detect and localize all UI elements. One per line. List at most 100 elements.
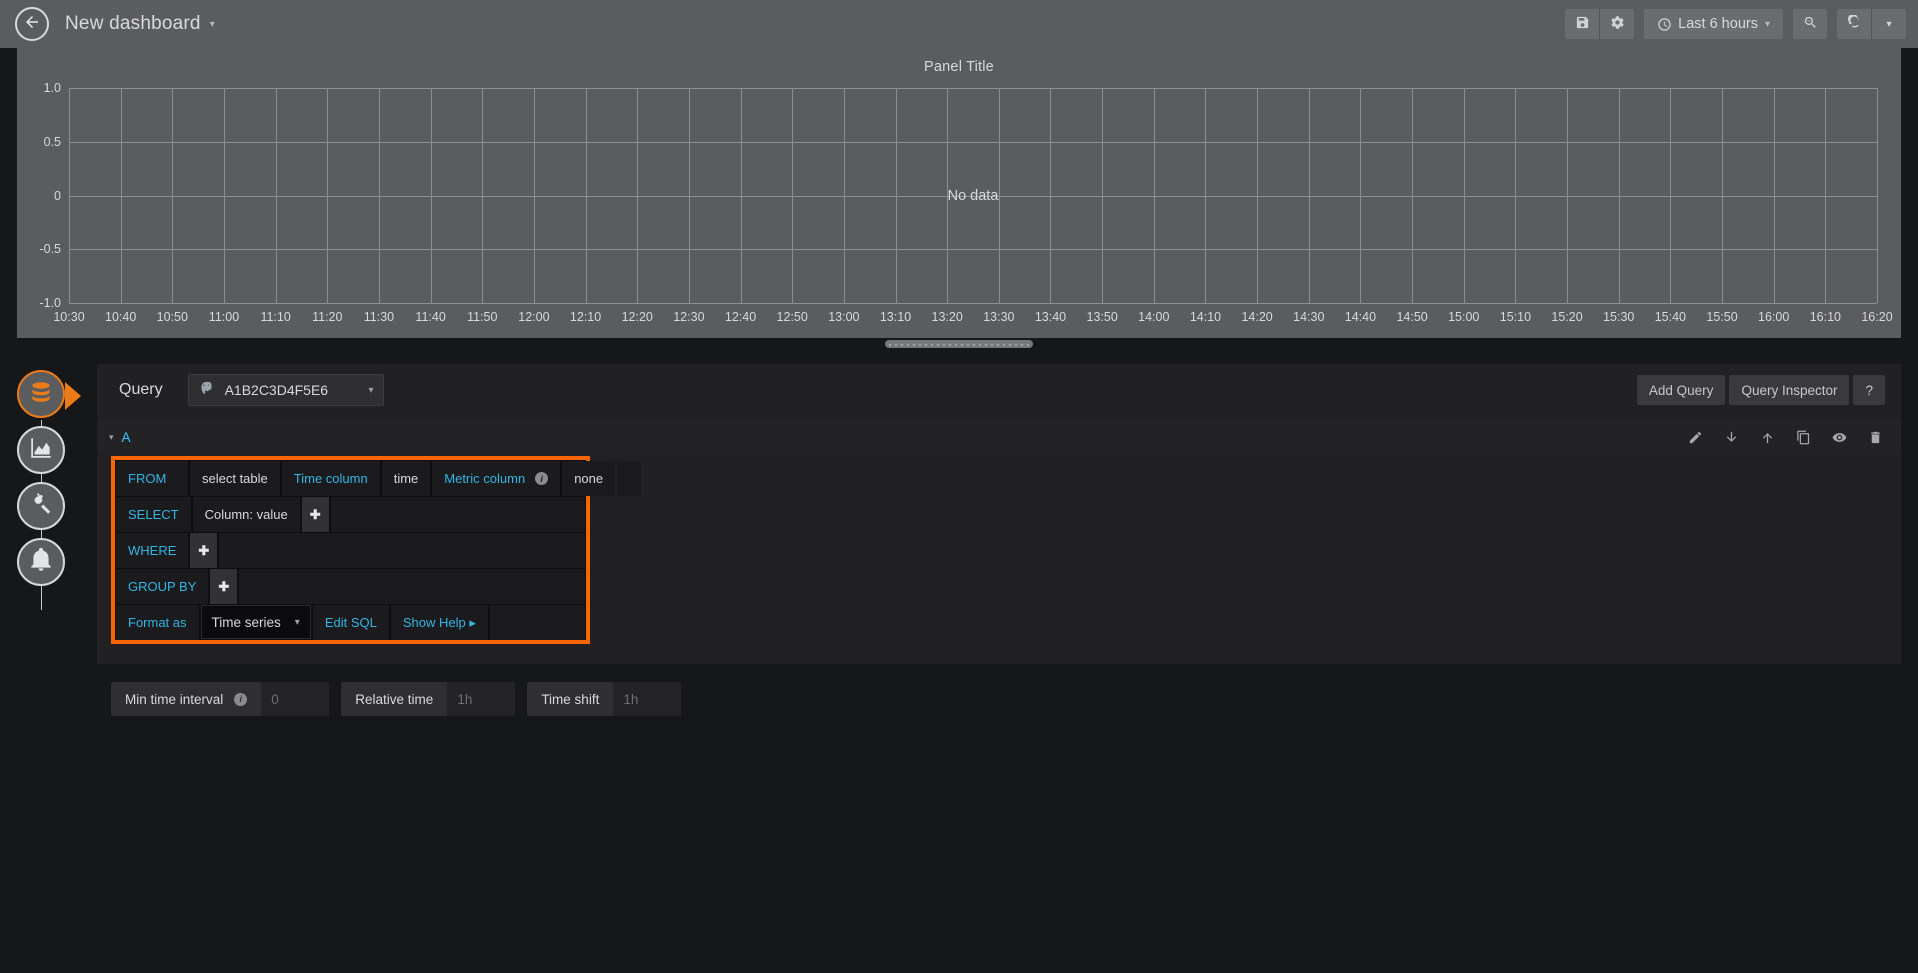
bell-icon	[28, 547, 54, 578]
gridline-vertical	[637, 88, 638, 303]
chevron-down-icon[interactable]: ▾	[109, 432, 114, 443]
plot-area[interactable]: 1.00.50-0.5-1.0 10:3010:4010:5011:0011:1…	[69, 88, 1877, 303]
x-axis-tick-label: 14:10	[1190, 310, 1221, 324]
chevron-down-icon: ▾	[1765, 19, 1770, 30]
info-icon[interactable]: i	[234, 693, 247, 706]
x-axis-tick-label: 12:50	[777, 310, 808, 324]
x-axis-tick-label: 11:30	[364, 310, 394, 324]
time-range-label: Last 6 hours	[1678, 16, 1758, 32]
top-navbar: New dashboard ▾ Last 6 hours ▾	[0, 0, 1918, 48]
x-axis-tick-label: 14:20	[1241, 310, 1272, 324]
gridline-vertical	[1722, 88, 1723, 303]
gridline-vertical	[327, 88, 328, 303]
save-disk-icon	[1575, 15, 1590, 33]
back-button[interactable]	[15, 7, 49, 41]
x-axis-tick-label: 11:00	[209, 310, 239, 324]
y-axis-tick-label: -1.0	[39, 296, 61, 310]
datasource-picker[interactable]: A1B2C3D4F5E6 ▾	[188, 374, 384, 406]
time-range-picker[interactable]: Last 6 hours ▾	[1644, 9, 1783, 39]
dashboard-settings-button[interactable]	[1600, 9, 1634, 39]
y-axis-tick-label: 0.5	[44, 135, 61, 149]
info-icon[interactable]: i	[535, 472, 548, 485]
edit-sql-button[interactable]: Edit SQL	[313, 605, 389, 640]
no-data-message: No data	[948, 188, 999, 204]
from-table-select[interactable]: select table	[190, 461, 280, 496]
x-axis-tick-label: 11:20	[312, 310, 342, 324]
x-axis-tick-label: 10:30	[53, 310, 84, 324]
save-dashboard-button[interactable]	[1565, 9, 1599, 39]
from-row-filler	[617, 461, 641, 496]
refresh-button[interactable]	[1837, 9, 1871, 39]
gridline-vertical	[999, 88, 1000, 303]
x-axis-tick-label: 15:20	[1551, 310, 1582, 324]
x-axis-tick-label: 10:50	[157, 310, 188, 324]
time-shift-group: Time shift	[527, 682, 681, 716]
gridline-vertical	[1567, 88, 1568, 303]
query-section-label: Query	[119, 381, 163, 399]
sidebar-item-alert[interactable]	[17, 538, 65, 586]
x-axis-tick-label: 16:00	[1758, 310, 1789, 324]
x-axis-tick-label: 15:50	[1706, 310, 1737, 324]
dashboard-title[interactable]: New dashboard	[65, 13, 201, 35]
gridline-vertical	[1102, 88, 1103, 303]
gridline-vertical	[1309, 88, 1310, 303]
topnav-actions: Last 6 hours ▾ ▾	[1555, 0, 1906, 48]
select-column-value[interactable]: Column: value	[193, 497, 300, 532]
x-axis-tick-label: 13:10	[880, 310, 911, 324]
x-axis-tick-label: 14:40	[1345, 310, 1376, 324]
relative-time-group: Relative time	[341, 682, 515, 716]
gridline-vertical	[896, 88, 897, 303]
sidebar-item-visualization[interactable]	[17, 426, 65, 474]
copy-icon[interactable]	[1796, 430, 1811, 445]
time-column-select[interactable]: time	[382, 461, 431, 496]
sidebar-item-general[interactable]	[17, 482, 65, 530]
x-axis-tick-label: 13:50	[1087, 310, 1118, 324]
add-where-button[interactable]: ✚	[190, 533, 217, 568]
query-inspector-button[interactable]: Query Inspector	[1729, 375, 1849, 405]
gridline-vertical	[689, 88, 690, 303]
gridline-vertical	[379, 88, 380, 303]
panel-resize-handle[interactable]	[885, 340, 1033, 348]
refresh-interval-dropdown[interactable]: ▾	[1872, 9, 1906, 39]
metric-column-label: Metric column i	[432, 461, 560, 496]
pencil-icon[interactable]	[1688, 430, 1703, 445]
refresh-group: ▾	[1837, 9, 1906, 39]
trash-icon[interactable]	[1868, 430, 1883, 445]
min-time-interval-group: Min time interval i	[111, 682, 329, 716]
sql-row-format: Format as Time series ▾ Edit SQL Show He…	[115, 604, 586, 640]
gridline-vertical	[121, 88, 122, 303]
gridline-vertical	[1825, 88, 1826, 303]
format-as-select[interactable]: Time series ▾	[201, 605, 311, 639]
show-help-button[interactable]: Show Help ▸	[391, 605, 488, 640]
add-select-button[interactable]: ✚	[302, 497, 329, 532]
datasource-name: A1B2C3D4F5E6	[225, 382, 329, 398]
y-axis-tick-label: 0	[54, 189, 61, 203]
help-button[interactable]: ?	[1853, 375, 1885, 405]
x-axis-tick-label: 15:10	[1500, 310, 1531, 324]
gridline-vertical	[431, 88, 432, 303]
min-time-interval-label: Min time interval i	[111, 682, 261, 716]
chevron-down-icon: ▾	[281, 617, 300, 628]
gridline-vertical	[1670, 88, 1671, 303]
gridline-vertical	[792, 88, 793, 303]
time-shift-input[interactable]	[613, 682, 681, 716]
min-time-interval-input[interactable]	[261, 682, 329, 716]
x-axis-tick-label: 15:00	[1448, 310, 1479, 324]
y-axis-tick-label: 1.0	[44, 81, 61, 95]
gridline-vertical	[172, 88, 173, 303]
chevron-down-icon[interactable]: ▾	[210, 19, 215, 30]
eye-icon[interactable]	[1832, 430, 1847, 445]
sidebar-item-queries[interactable]	[17, 370, 65, 418]
metric-column-select[interactable]: none	[562, 461, 615, 496]
panel-title[interactable]: Panel Title	[17, 48, 1901, 75]
zoom-out-button[interactable]	[1793, 9, 1827, 39]
x-axis-tick-label: 11:50	[467, 310, 497, 324]
add-query-button[interactable]: Add Query	[1637, 375, 1726, 405]
arrow-up-icon[interactable]	[1760, 430, 1775, 445]
from-keyword: FROM	[116, 461, 188, 496]
arrow-down-icon[interactable]	[1724, 430, 1739, 445]
query-ref-id[interactable]: A	[122, 430, 131, 445]
gridline-vertical	[1205, 88, 1206, 303]
add-group-by-button[interactable]: ✚	[210, 569, 237, 604]
relative-time-input[interactable]	[447, 682, 515, 716]
